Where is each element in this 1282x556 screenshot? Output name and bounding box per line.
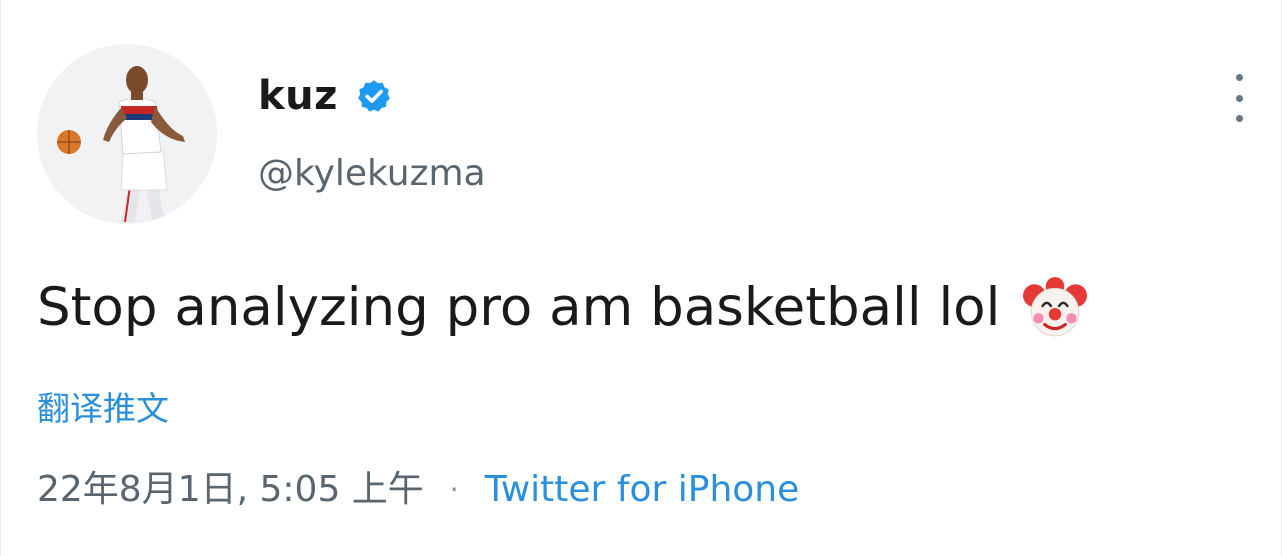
user-handle[interactable]: @kylekuzma xyxy=(258,150,486,198)
more-vertical-icon[interactable] xyxy=(1227,74,1251,122)
tweet-card: kuz @kylekuzma Stop analyzing pro am bas… xyxy=(0,0,1282,556)
timestamp[interactable]: 22年8月1日, 5:05 上午 xyxy=(37,466,424,514)
tweet-meta: 22年8月1日, 5:05 上午 · Twitter for iPhone xyxy=(37,466,799,514)
avatar[interactable] xyxy=(37,44,217,224)
verified-badge-icon xyxy=(357,80,390,112)
meta-separator: · xyxy=(449,473,459,506)
translate-tweet-link[interactable]: 翻译推文 xyxy=(37,386,169,432)
author-name-row: kuz xyxy=(258,70,392,122)
source-link[interactable]: Twitter for iPhone xyxy=(485,466,800,514)
display-name[interactable]: kuz xyxy=(258,70,338,122)
clown-face-icon xyxy=(1023,277,1088,337)
tweet-text: Stop analyzing pro am basketball lol xyxy=(37,277,1001,338)
player-avatar-icon xyxy=(37,44,217,224)
tweet-body: Stop analyzing pro am basketball lol xyxy=(37,272,1088,344)
